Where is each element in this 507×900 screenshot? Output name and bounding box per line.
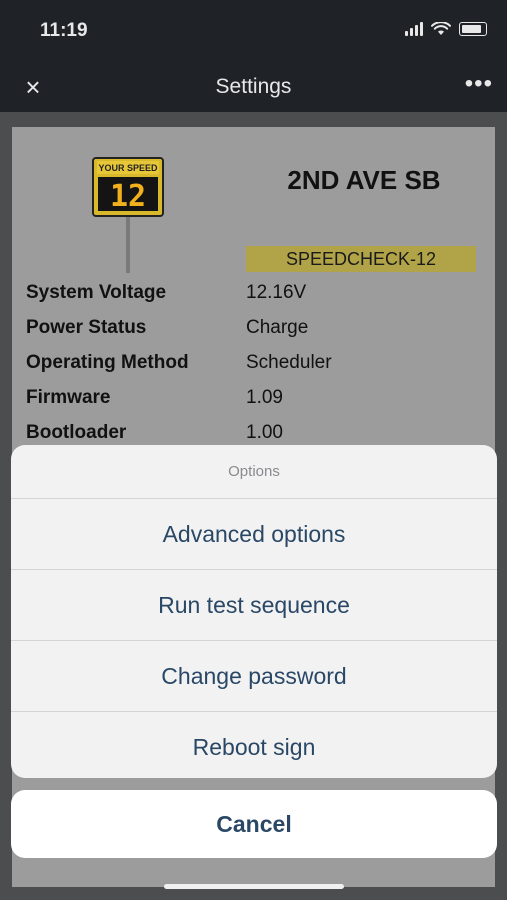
advanced-options-button[interactable]: Advanced options	[11, 499, 497, 570]
home-indicator[interactable]	[164, 884, 344, 889]
sheet-title: Options	[11, 445, 497, 499]
cancel-button[interactable]: Cancel	[11, 790, 497, 858]
options-action-sheet: Options Advanced options Run test sequen…	[11, 445, 497, 778]
run-test-sequence-button[interactable]: Run test sequence	[11, 570, 497, 641]
reboot-sign-button[interactable]: Reboot sign	[11, 712, 497, 778]
change-password-button[interactable]: Change password	[11, 641, 497, 712]
